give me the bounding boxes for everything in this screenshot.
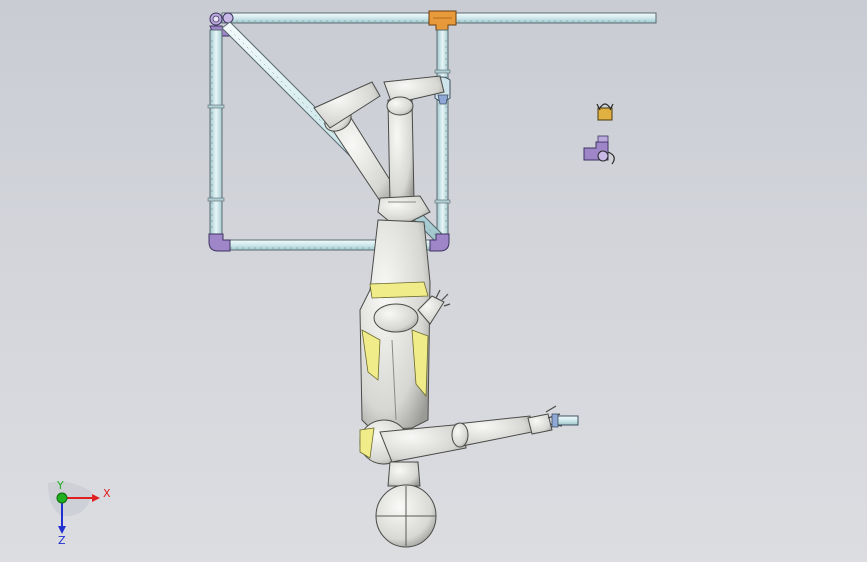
- torso[interactable]: [359, 219, 431, 431]
- head[interactable]: [375, 484, 437, 548]
- orientation-triad[interactable]: X Y Z: [40, 478, 120, 548]
- cad-graphics-area[interactable]: X Y Z: [0, 0, 867, 562]
- z-axis-arrowhead: [58, 526, 66, 534]
- x-axis-label: X: [103, 487, 111, 500]
- right-vertical-pipe[interactable]: [434, 29, 451, 236]
- z-axis-label: Z: [58, 534, 66, 547]
- y-axis-dot: [56, 492, 68, 504]
- loose-clamp-part[interactable]: [596, 103, 614, 121]
- bottom-left-elbow-fitting[interactable]: [208, 233, 231, 252]
- tee-fitting[interactable]: [428, 10, 457, 31]
- assembly-model[interactable]: [0, 0, 867, 562]
- held-pipe-piece[interactable]: [551, 413, 579, 428]
- x-axis-arrowhead: [92, 494, 100, 502]
- neck[interactable]: [387, 461, 421, 487]
- y-axis-label: Y: [56, 479, 64, 492]
- left-leg[interactable]: [313, 81, 401, 211]
- left-vertical-pipe[interactable]: [207, 29, 225, 236]
- loose-elbow-part[interactable]: [583, 135, 615, 165]
